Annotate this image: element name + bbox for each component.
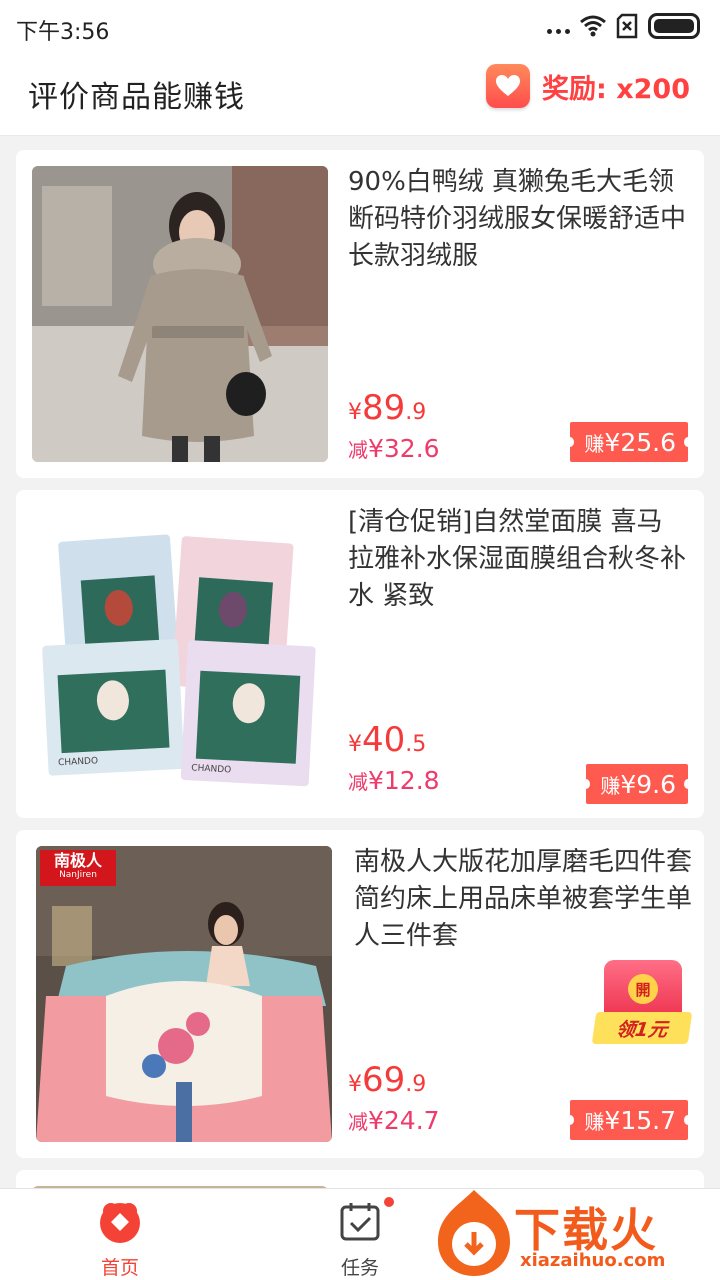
price-integer: 69 — [362, 1060, 406, 1100]
product-card[interactable]: 90%白鸭绒 真獭兔毛大毛领断码特价羽绒服女保暖舒适中长款羽绒服 ¥89.9 减… — [16, 150, 704, 478]
discount-value: ¥12.8 — [368, 766, 440, 795]
page-title: 评价商品能赚钱 — [28, 80, 245, 115]
product-card[interactable]: CHANDO CHANDO [清仓促销]自然堂面膜 喜马拉雅补水保湿面膜组合秋冬… — [16, 490, 704, 818]
discount-label: 减 — [348, 1110, 368, 1134]
no-sim-icon — [616, 13, 638, 39]
task-icon — [340, 1203, 380, 1241]
red-packet-label: 领1元 — [614, 1018, 669, 1041]
price-symbol: ¥ — [348, 1072, 362, 1097]
nav-task-label: 任务 — [340, 1257, 379, 1279]
price-symbol: ¥ — [348, 732, 362, 757]
brand-badge: 南极人 NanJiren — [40, 850, 116, 886]
reward-text: 奖励: x200 — [542, 73, 690, 105]
status-time: 下午3:56 — [16, 20, 110, 45]
earn-badge[interactable]: 赚 ¥9.6 — [582, 764, 692, 804]
earn-badge[interactable]: 赚 ¥15.7 — [566, 1100, 692, 1140]
red-packet-seal: 開 — [628, 974, 658, 1004]
nav-home[interactable]: 首页 — [70, 1199, 170, 1280]
product-title: 南极人大版花加厚磨毛四件套简约床上用品床单被套学生单人三件套 — [354, 847, 693, 951]
brand-badge-sub: NanJiren — [59, 870, 97, 880]
discount-label: 减 — [348, 438, 368, 462]
reward-counter[interactable]: 奖励: x200 — [486, 64, 690, 108]
flame-logo-icon — [438, 1190, 510, 1276]
price-symbol: ¥ — [348, 400, 362, 425]
red-packet-button[interactable]: 開 领1元 — [591, 958, 693, 1048]
status-bar: 下午3:56 — [0, 0, 720, 56]
product-price: ¥69.9 — [348, 1060, 426, 1100]
notification-dot — [384, 1197, 394, 1207]
earn-value: ¥9.6 — [620, 769, 676, 799]
discount-label: 减 — [348, 770, 368, 794]
product-discount: 减¥24.7 — [348, 1106, 440, 1135]
product-title: 90%白鸭绒 真獭兔毛大毛领断码特价羽绒服女保暖舒适中长款羽绒服 — [348, 167, 687, 271]
product-title: [清仓促销]自然堂面膜 喜马拉雅补水保湿面膜组合秋冬补水 紧致 — [348, 507, 687, 611]
heart-icon — [486, 64, 531, 108]
watermark-url: xiazaihuo.com — [520, 1250, 666, 1271]
site-watermark: 下载火 xiazaihuo.com — [428, 1186, 720, 1280]
mask-brand-label: CHANDO — [58, 756, 98, 768]
price-decimal: .9 — [405, 400, 427, 425]
wifi-icon — [580, 15, 606, 37]
earn-value: ¥25.6 — [604, 427, 676, 457]
product-image-bedding[interactable]: 南极人 NanJiren — [36, 846, 332, 1142]
product-discount: 减¥32.6 — [348, 434, 440, 463]
red-packet-band: 领1元 — [591, 1012, 693, 1044]
product-discount: 减¥12.8 — [348, 766, 440, 795]
earn-label: 赚 — [584, 431, 605, 456]
status-icons — [547, 13, 700, 39]
product-image-face-mask[interactable]: CHANDO CHANDO — [32, 506, 328, 802]
earn-label: 赚 — [584, 1109, 605, 1134]
battery-icon — [648, 13, 700, 39]
earn-value: ¥15.7 — [604, 1105, 676, 1135]
discount-value: ¥24.7 — [368, 1106, 440, 1135]
earn-badge[interactable]: 赚 ¥25.6 — [566, 422, 692, 462]
signal-dots-icon — [547, 28, 570, 34]
nav-home-label: 首页 — [100, 1257, 139, 1279]
discount-value: ¥32.6 — [368, 434, 440, 463]
product-image-down-jacket[interactable] — [32, 166, 328, 462]
mask-brand-label: CHANDO — [191, 763, 231, 775]
home-icon — [100, 1203, 140, 1243]
price-integer: 89 — [362, 388, 406, 428]
brand-badge-name: 南极人 — [53, 851, 102, 870]
product-price: ¥89.9 — [348, 388, 426, 428]
nav-task[interactable]: 任务 — [310, 1197, 410, 1280]
app-header: 评价商品能赚钱 奖励: x200 — [0, 56, 720, 136]
product-card[interactable]: 南极人 NanJiren 南极人大版花加厚磨毛四件套简约床上用品床单被套学生单人… — [16, 830, 704, 1158]
price-decimal: .9 — [405, 1072, 427, 1097]
price-integer: 40 — [362, 720, 406, 760]
product-price: ¥40.5 — [348, 720, 426, 760]
earn-label: 赚 — [600, 773, 621, 798]
price-decimal: .5 — [405, 732, 427, 757]
